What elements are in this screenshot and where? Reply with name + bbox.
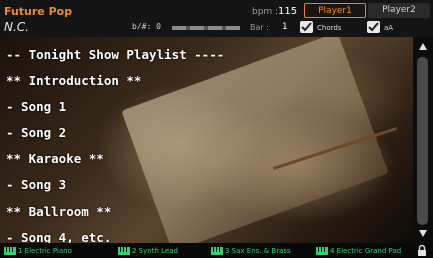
lyric-line: -- Tonight Show Playlist ---- (6, 47, 225, 62)
keyboard-icon (211, 247, 223, 255)
meter-segment (208, 26, 222, 30)
track-label: 2 Synth Lead (132, 247, 178, 255)
aa-checkbox[interactable] (367, 21, 380, 33)
track-2[interactable]: 2 Synth Lead (118, 245, 178, 257)
transpose-value: 0 (156, 22, 161, 31)
lyric-line: ** Karaoke ** (6, 151, 104, 167)
keyboard-icon (118, 247, 130, 255)
lyric-line: - Song 1 (6, 99, 67, 115)
keyboard-icon (316, 247, 328, 255)
track-label: 1 Electric Piano (18, 247, 72, 255)
scroll-down-icon[interactable] (419, 230, 427, 237)
track-label: 3 Sax Ens. & Brass (225, 247, 291, 255)
chord-display: N.C. (4, 20, 29, 34)
song-title: Future Pop (4, 5, 73, 18)
player1-button[interactable]: Player1 (304, 3, 366, 18)
scroll-thumb[interactable] (417, 57, 428, 225)
lyric-line: - Song 2 (6, 125, 67, 141)
transpose-indicator: b/#: 0 (132, 22, 161, 31)
lock-icon[interactable] (417, 245, 427, 256)
scroll-up-icon[interactable] (419, 43, 427, 50)
bpm-value[interactable]: 115 (278, 6, 297, 17)
lyric-line: - Song 3 (6, 177, 67, 193)
track-1[interactable]: 1 Electric Piano (4, 245, 72, 257)
lyrics-list: -- Tonight Show Playlist ---- ** Introdu… (6, 45, 413, 243)
track-3[interactable]: 3 Sax Ens. & Brass (211, 245, 291, 257)
check-icon (368, 22, 379, 32)
top-bar: Future Pop bpm : 115 Player1 Player2 N.C… (0, 0, 433, 37)
chords-checkbox[interactable] (300, 21, 313, 33)
bar-value: 1 (282, 22, 288, 32)
lyric-line: - Song 4, etc. (6, 229, 112, 243)
check-icon (301, 22, 312, 32)
transpose-label: b/#: (132, 22, 152, 31)
lyrics-panel[interactable]: -- Tonight Show Playlist ---- ** Introdu… (0, 37, 413, 243)
chords-label: Chords (317, 24, 342, 32)
track-4[interactable]: 4 Electric Grand Pad (316, 245, 401, 257)
meter-segment (172, 26, 186, 30)
vertical-scrollbar[interactable] (413, 37, 433, 243)
aa-label: aA (384, 24, 394, 32)
bar-label: Bar : (250, 23, 269, 32)
keyboard-icon (4, 247, 16, 255)
lyric-line: ** Ballroom ** (6, 203, 112, 219)
track-label: 4 Electric Grand Pad (330, 247, 402, 255)
track-bar: 1 Electric Piano 2 Synth Lead 3 Sax Ens.… (0, 243, 433, 258)
meter-segment (226, 26, 240, 30)
lyric-line: ** Introduction ** (6, 73, 142, 89)
player2-button[interactable]: Player2 (368, 3, 430, 18)
meter-segment (190, 26, 204, 30)
bar-meter (172, 26, 240, 30)
bpm-label: bpm : (252, 7, 279, 17)
